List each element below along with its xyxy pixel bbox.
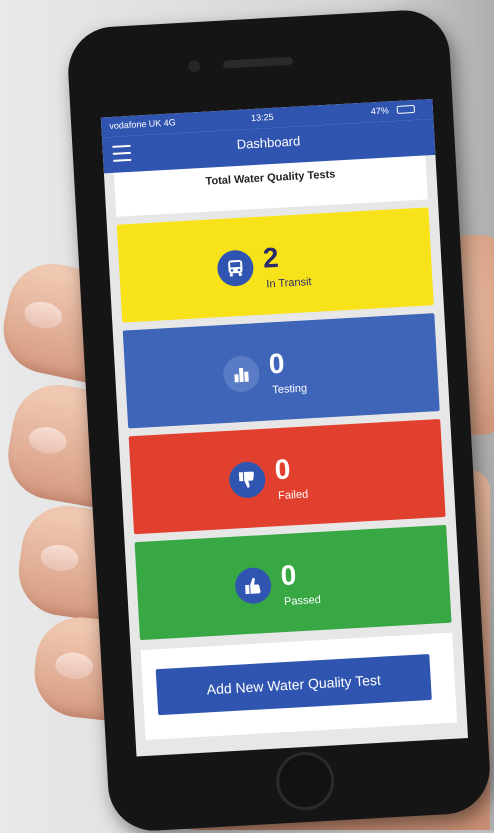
in-transit-label: In Transit <box>266 275 312 291</box>
home-button[interactable] <box>274 750 336 812</box>
bar-chart-icon <box>222 355 261 394</box>
smartphone: vodafone UK 4G 13:25 47% Dashboard Total… <box>65 7 493 833</box>
passed-count: 0 <box>279 559 298 592</box>
failed-count: 0 <box>273 453 292 486</box>
fingernail <box>39 542 81 574</box>
passed-label: Passed <box>283 593 322 608</box>
bus-icon <box>216 249 255 288</box>
fingernail <box>54 650 95 681</box>
fingernail <box>21 298 65 332</box>
testing-label: Testing <box>271 382 308 397</box>
passed-card[interactable]: 0 Passed <box>134 524 452 641</box>
add-new-test-button[interactable]: Add New Water Quality Test <box>155 653 432 716</box>
thumbs-up-icon <box>234 566 273 605</box>
failed-label: Failed <box>277 488 309 503</box>
action-area: Add New Water Quality Test <box>140 632 458 740</box>
failed-card[interactable]: 0 Failed <box>128 419 446 535</box>
app-screen: vodafone UK 4G 13:25 47% Dashboard Total… <box>100 98 469 757</box>
battery-text: 47% <box>370 105 390 117</box>
fingernail <box>26 424 69 457</box>
carrier-text: vodafone UK 4G <box>109 117 177 132</box>
testing-card[interactable]: 0 Testing <box>122 313 440 429</box>
in-transit-count: 2 <box>262 241 280 274</box>
clock-text: 13:25 <box>250 111 274 124</box>
battery-icon <box>396 104 416 114</box>
earpiece-speaker <box>222 56 294 69</box>
thumbs-down-icon <box>228 460 267 499</box>
testing-count: 0 <box>267 347 286 380</box>
front-camera <box>187 59 201 73</box>
in-transit-card[interactable]: 2 In Transit <box>116 207 434 323</box>
